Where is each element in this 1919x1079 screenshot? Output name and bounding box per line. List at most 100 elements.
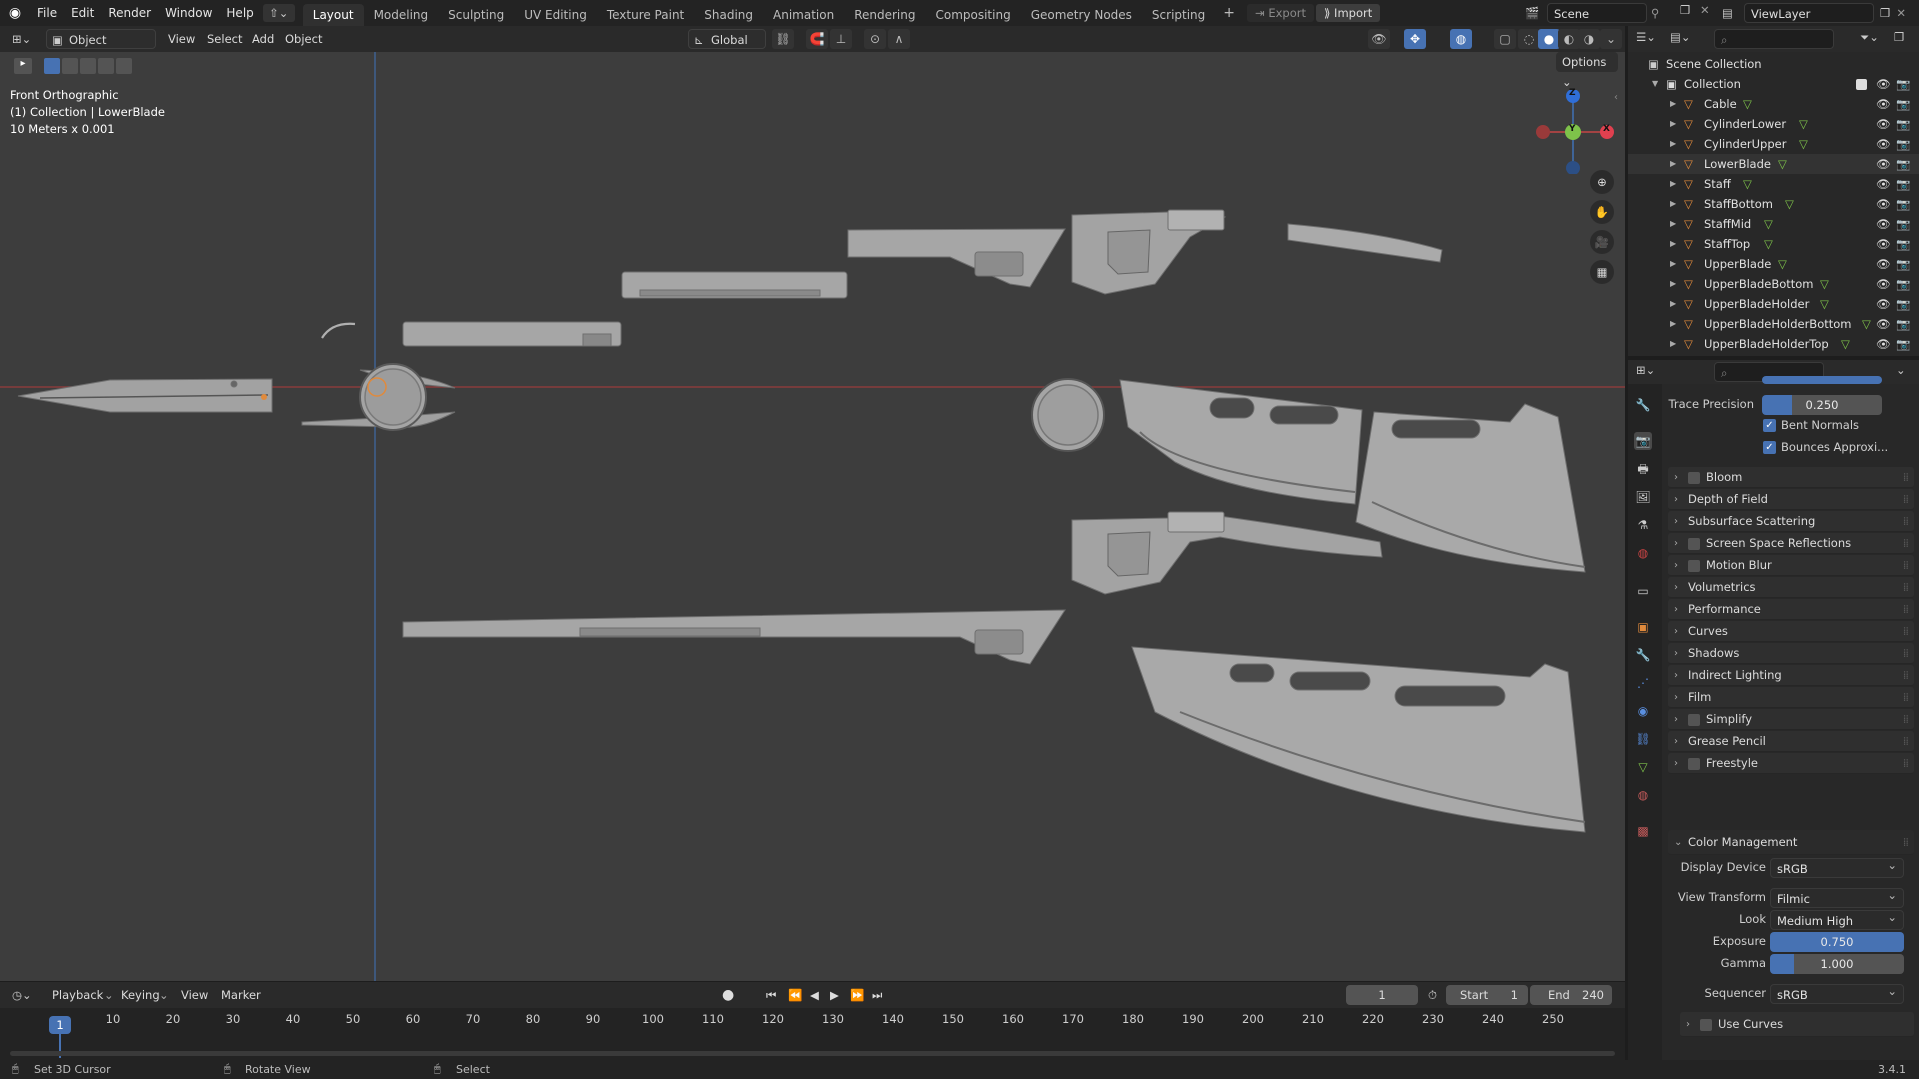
mesh-data-icon[interactable]: ▽	[1862, 314, 1871, 334]
tab-scripting[interactable]: Scripting	[1142, 4, 1215, 26]
eye-icon[interactable]: 👁	[1876, 294, 1891, 314]
tab-compositing[interactable]: Compositing	[925, 4, 1020, 26]
menu-add[interactable]: Add	[252, 29, 274, 49]
timeline-area[interactable]: 10 20 30 40 50 60 70 80 90 100 110 120 130 140 150 160 1…	[0, 1008, 1625, 1060]
outliner-item-staffbottom[interactable]: ▶ ▽ StaffBottom ▽ 👁 📷	[1628, 194, 1919, 214]
collection-eye-icon[interactable]: 👁	[1876, 74, 1891, 94]
expand-arrow-icon[interactable]: ▼	[1652, 74, 1658, 94]
viewlayer-field[interactable]: ViewLayer	[1744, 3, 1874, 23]
pan-hand-icon[interactable]: ✋	[1590, 200, 1614, 224]
hidden-factor-slider[interactable]	[1762, 376, 1882, 384]
mesh-data-icon[interactable]: ▽	[1743, 94, 1752, 114]
exposure-slider[interactable]: 0.750	[1770, 932, 1904, 952]
color-management-section[interactable]: ⌄ Color Management ⁞⁞	[1668, 830, 1914, 855]
scene-field[interactable]: Scene	[1547, 3, 1647, 23]
eye-icon[interactable]: 👁	[1876, 174, 1891, 194]
camera-view-icon[interactable]: 🎥	[1590, 230, 1614, 254]
new-viewlayer-icon[interactable]: ❐	[1880, 6, 1890, 20]
menu-playback[interactable]: Playback	[52, 985, 103, 1005]
outliner-item-stafftop[interactable]: ▶ ▽ StaffTop ▽ 👁 📷	[1628, 234, 1919, 254]
drag-grip-icon[interactable]: ⁞⁞	[1903, 621, 1909, 642]
expand-arrow-icon[interactable]: ▶	[1670, 294, 1676, 314]
section-volumetrics[interactable]: › Volumetrics ⁞⁞	[1668, 577, 1914, 598]
gamma-slider[interactable]: 1.000	[1770, 954, 1904, 974]
display-device-dropdown[interactable]: sRGB	[1770, 855, 1904, 878]
editor-type-button[interactable]: ⊞⌄	[12, 29, 31, 49]
outliner-item-cable[interactable]: ▶ ▽ Cable ▽ 👁 📷	[1628, 94, 1919, 114]
outliner-item-staffmid[interactable]: ▶ ▽ StaffMid ▽ 👁 📷	[1628, 214, 1919, 234]
eye-icon[interactable]: 👁	[1876, 334, 1891, 354]
section-checkbox[interactable]	[1688, 758, 1700, 770]
new-scene-icon[interactable]: ❐	[1680, 3, 1698, 23]
outliner-item-staff[interactable]: ▶ ▽ Staff ▽ 👁 📷	[1628, 174, 1919, 194]
section-curves[interactable]: › Curves ⁞⁞	[1668, 621, 1914, 642]
section-screen-space-reflections[interactable]: › Screen Space Reflections ⁞⁞	[1668, 533, 1914, 554]
outliner-item-upperbladebottom[interactable]: ▶ ▽ UpperBladeBottom ▽ 👁 📷	[1628, 274, 1919, 294]
view-transform-dropdown[interactable]: Filmic	[1770, 885, 1904, 908]
eye-icon[interactable]: 👁	[1876, 134, 1891, 154]
camera-render-icon[interactable]: 📷	[1896, 294, 1910, 314]
scene-tab-icon[interactable]: ⚗	[1634, 516, 1652, 534]
mesh-data-icon[interactable]: ▽	[1799, 114, 1808, 134]
camera-render-icon[interactable]: 📷	[1896, 114, 1910, 134]
camera-render-icon[interactable]: 📷	[1896, 214, 1910, 234]
section-indirect-lighting[interactable]: › Indirect Lighting ⁞⁞	[1668, 665, 1914, 686]
export-button[interactable]: ⇥ Export	[1247, 4, 1314, 22]
mesh-data-icon[interactable]: ▽	[1743, 174, 1752, 194]
pivot-icon[interactable]: ⛓	[772, 29, 794, 49]
outliner-item-upperbladeholderbottom[interactable]: ▶ ▽ UpperBladeHolderBottom ▽ 👁 📷	[1628, 314, 1919, 334]
drag-grip-icon[interactable]: ⁞⁞	[1903, 753, 1909, 774]
blender-logo-icon[interactable]: ◉	[0, 5, 30, 21]
camera-render-icon[interactable]: 📷	[1896, 194, 1910, 214]
drag-grip-icon[interactable]: ⁞⁞	[1903, 577, 1909, 598]
drag-grip-icon[interactable]: ⁞⁞	[1903, 555, 1909, 576]
expand-arrow-icon[interactable]: ▶	[1670, 94, 1676, 114]
play-reverse-icon[interactable]: ◀	[810, 985, 819, 1005]
use-curves-checkbox[interactable]	[1700, 1019, 1712, 1031]
mesh-data-icon[interactable]: ▽	[1764, 234, 1773, 254]
filter-icon[interactable]: ⏷⌄	[1860, 30, 1879, 45]
viewlayer-selector[interactable]: ▤ ViewLayer ❐ ✕	[1722, 3, 1917, 23]
stopwatch-icon[interactable]: ⏱	[1428, 985, 1437, 1005]
scene-selector[interactable]: 🎬 Scene ⚲	[1525, 3, 1677, 23]
navigation-gizmo[interactable]: Z Y X	[1533, 88, 1617, 175]
drag-grip-icon[interactable]: ⁞⁞	[1903, 467, 1909, 488]
add-workspace-icon[interactable]: +	[1215, 5, 1243, 21]
collapse-sidebar-icon[interactable]: ‹	[1614, 92, 1618, 103]
scene-collection-row[interactable]: ▣ Scene Collection	[1628, 54, 1919, 74]
output-tab-icon[interactable]: 🖶	[1634, 460, 1652, 478]
section-checkbox[interactable]	[1688, 560, 1700, 572]
drag-grip-icon[interactable]: ⁞⁞	[1903, 665, 1909, 686]
camera-render-icon[interactable]: 📷	[1896, 174, 1910, 194]
zoom-icon[interactable]: ⊕	[1590, 170, 1614, 194]
section-simplify[interactable]: › Simplify ⁞⁞	[1668, 709, 1914, 730]
section-checkbox[interactable]	[1688, 538, 1700, 550]
view-layer-tab-icon[interactable]: 🖼	[1634, 488, 1652, 506]
menu-timeline-view[interactable]: View	[181, 985, 208, 1005]
pin-icon[interactable]: ⚲	[1651, 6, 1659, 20]
start-frame-field[interactable]: Start 1	[1446, 985, 1528, 1005]
drag-grip-icon[interactable]: ⁞⁞	[1903, 599, 1909, 620]
current-frame-field[interactable]: 1	[1346, 985, 1418, 1005]
expand-arrow-icon[interactable]: ▶	[1670, 334, 1676, 354]
tool-tab-icon[interactable]: 🔧	[1634, 396, 1652, 414]
end-frame-field[interactable]: End 240	[1530, 985, 1612, 1005]
3d-viewport[interactable]: ▸ Front Orthographic (1) Collection | Lo…	[0, 52, 1625, 981]
eye-icon[interactable]: 👁	[1876, 94, 1891, 114]
drag-grip-icon[interactable]: ⁞⁞	[1903, 830, 1909, 855]
section-film[interactable]: › Film ⁞⁞	[1668, 687, 1914, 708]
menu-help[interactable]: Help	[219, 0, 260, 26]
upload-icon[interactable]: ⇧⌄	[262, 4, 295, 22]
expand-arrow-icon[interactable]: ▶	[1670, 314, 1676, 334]
mesh-data-icon[interactable]: ▽	[1764, 214, 1773, 234]
tab-modeling[interactable]: Modeling	[364, 4, 439, 26]
eye-icon[interactable]: 👁	[1876, 314, 1891, 334]
jump-end-icon[interactable]: ⏭	[872, 985, 882, 1005]
section-depth-of-field[interactable]: › Depth of Field ⁞⁞	[1668, 489, 1914, 510]
outliner-item-cylinderlower[interactable]: ▶ ▽ CylinderLower ▽ 👁 📷	[1628, 114, 1919, 134]
timeline-editor-type-icon[interactable]: ◷⌄	[12, 985, 32, 1005]
mesh-data-icon[interactable]: ▽	[1785, 194, 1794, 214]
mode-dropdown[interactable]: ▣ Object Mode	[46, 29, 156, 67]
collection-camera-icon[interactable]: 📷	[1896, 74, 1910, 94]
timeline-scrollbar[interactable]	[10, 1051, 1615, 1056]
